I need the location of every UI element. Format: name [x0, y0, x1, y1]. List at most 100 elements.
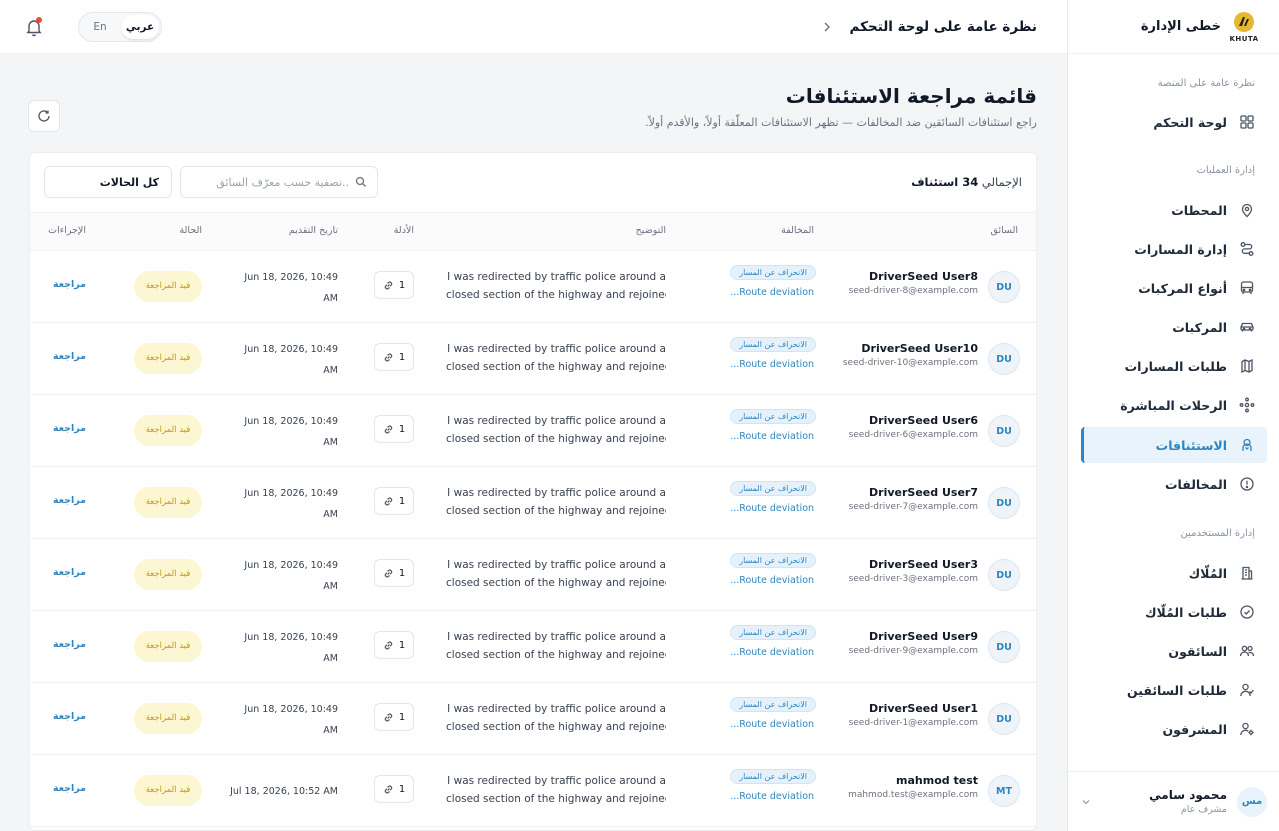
- driver-name: DriverSeed User7: [869, 486, 978, 499]
- appeals-icon: [1242, 438, 1252, 451]
- review-link[interactable]: مراجعة: [53, 639, 86, 650]
- sidebar-item-routes[interactable]: إدارة المسارات: [1081, 231, 1267, 267]
- description-line: I was redirected by traffic police aroun…: [447, 703, 666, 715]
- date-line: Jun 18, 2026, 10:49: [244, 272, 338, 283]
- khuta-logo-icon: [1234, 11, 1254, 32]
- sidebar-item-route-requests[interactable]: طلبات المسارات: [1081, 348, 1267, 384]
- evidence-button[interactable]: 1: [374, 703, 414, 731]
- check-circle-icon: [1240, 605, 1254, 619]
- evidence-count: 1: [398, 279, 406, 291]
- map-request-icon: [1241, 358, 1253, 374]
- violation-badge: الانحراف عن المسار: [730, 625, 816, 640]
- evidence-button[interactable]: 1: [374, 415, 414, 443]
- brand[interactable]: KHUTA خطى الإدارة: [1068, 0, 1279, 54]
- table-row: DU DriverSeed User10 seed-driver-10@exam…: [30, 323, 1036, 395]
- violation-badge: الانحراف عن المسار: [730, 553, 816, 568]
- driver-email: seed-driver-10@example.com: [842, 358, 978, 368]
- description-cell: I was redirected by traffic police aroun…: [446, 772, 666, 808]
- sidebar-item-drivers[interactable]: السائقون: [1081, 633, 1267, 669]
- lang-option-english[interactable]: En: [81, 15, 119, 39]
- link-icon: [384, 353, 393, 361]
- violation-link[interactable]: ...Route deviation: [730, 503, 814, 514]
- status-badge: قيد المراجعة: [134, 703, 202, 734]
- status-filter-select[interactable]: كل الحالات: [44, 166, 172, 198]
- review-link[interactable]: مراجعة: [53, 783, 86, 794]
- chevron-down-icon: [1082, 799, 1090, 804]
- evidence-count: 1: [398, 783, 406, 795]
- link-icon: [384, 281, 393, 289]
- lang-option-arabic[interactable]: عربي: [121, 15, 159, 39]
- sidebar-item-owner-requests[interactable]: طلبات المُلّاك: [1081, 594, 1267, 630]
- sidebar-item-live-trips[interactable]: الرحلات المباشرة: [1081, 387, 1267, 423]
- review-link[interactable]: مراجعة: [53, 711, 86, 722]
- submitted-date: Jun 18, 2026, 10:49 AM: [228, 483, 338, 525]
- violation-cell: الانحراف عن المسار ...Route deviation: [730, 625, 816, 658]
- sidebar-item-stations[interactable]: المحطات: [1081, 192, 1267, 228]
- date-line: Jun 18, 2026, 10:49: [244, 416, 338, 427]
- sidebar-item-vehicle-types[interactable]: أنواع المركبات: [1081, 270, 1267, 306]
- car-icon: [1240, 322, 1254, 332]
- evidence-count: 1: [398, 351, 406, 363]
- sidebar-item-owners[interactable]: المُلّاك: [1081, 555, 1267, 591]
- section-label-operations: إدارة العمليات: [1196, 165, 1255, 176]
- violation-cell: الانحراف عن المسار ...Route deviation: [730, 265, 816, 298]
- review-link[interactable]: مراجعة: [53, 423, 86, 434]
- driver-name: DriverSeed User10: [861, 342, 978, 355]
- evidence-button[interactable]: 1: [374, 487, 414, 515]
- violation-link[interactable]: ...Route deviation: [730, 359, 814, 370]
- sidebar-item-supervisors[interactable]: المشرفون: [1081, 711, 1267, 747]
- description-line: closed section of the highway and rejoin…: [446, 289, 666, 301]
- sidebar-item-driver-requests[interactable]: طلبات السائقين: [1081, 672, 1267, 708]
- driver-id-filter-input[interactable]: [191, 175, 349, 189]
- sidebar-item-label: المركبات: [1172, 319, 1227, 335]
- map-pin-icon: [1241, 203, 1253, 218]
- submitted-date: Jul 18, 2026, 10:52 AM: [228, 781, 338, 802]
- building-icon: [1241, 566, 1253, 580]
- page-title: قائمة مراجعة الاستئنافات: [785, 84, 1037, 108]
- review-link[interactable]: مراجعة: [53, 495, 86, 506]
- avatar: DU: [988, 631, 1020, 663]
- driver-email: seed-driver-3@example.com: [848, 574, 978, 584]
- description-line: I was redirected by traffic police aroun…: [447, 775, 666, 787]
- review-link[interactable]: مراجعة: [53, 279, 86, 290]
- language-toggle[interactable]: عربي En: [78, 12, 162, 42]
- violation-link[interactable]: ...Route deviation: [730, 575, 814, 586]
- col-evidence: الأدلة: [393, 225, 414, 236]
- review-link[interactable]: مراجعة: [53, 351, 86, 362]
- chevron-left-icon[interactable]: [820, 20, 834, 34]
- sidebar-item-label: لوحة التحكم: [1153, 114, 1227, 130]
- violation-link[interactable]: ...Route deviation: [730, 791, 814, 802]
- violation-badge: الانحراف عن المسار: [730, 409, 816, 424]
- review-link[interactable]: مراجعة: [53, 567, 86, 578]
- driver-filter[interactable]: [180, 166, 378, 198]
- driver-email: seed-driver-9@example.com: [848, 646, 978, 656]
- user-menu[interactable]: مس محمود سامي مشرف عام: [1068, 771, 1279, 831]
- evidence-button[interactable]: 1: [374, 271, 414, 299]
- sidebar-item-label: طلبات المُلّاك: [1145, 604, 1227, 620]
- link-icon: [384, 785, 393, 793]
- sidebar-item-dashboard[interactable]: لوحة التحكم: [1081, 104, 1267, 140]
- notifications-button[interactable]: [24, 17, 44, 37]
- sidebar-item-label: السائقون: [1168, 643, 1227, 659]
- violation-link[interactable]: ...Route deviation: [730, 647, 814, 658]
- violation-link[interactable]: ...Route deviation: [730, 431, 814, 442]
- evidence-button[interactable]: 1: [374, 559, 414, 587]
- submitted-date: Jun 18, 2026, 10:49 AM: [228, 699, 338, 741]
- table-row: DU DriverSeed User9 seed-driver-9@exampl…: [30, 611, 1036, 683]
- evidence-button[interactable]: 1: [374, 343, 414, 371]
- table-row: DU DriverSeed User3 seed-driver-3@exampl…: [30, 539, 1036, 611]
- link-icon: [384, 641, 393, 649]
- driver-cell: mahmod test mahmod.test@example.com: [848, 774, 978, 800]
- time-line: AM: [323, 725, 338, 736]
- sidebar-item-vehicles[interactable]: المركبات: [1081, 309, 1267, 345]
- evidence-button[interactable]: 1: [374, 631, 414, 659]
- live-trips-icon: [1239, 397, 1255, 413]
- violation-link[interactable]: ...Route deviation: [730, 287, 814, 298]
- table-row: MT mahmod test mahmod.test@example.com ا…: [30, 755, 1036, 827]
- violation-link[interactable]: ...Route deviation: [730, 719, 814, 730]
- refresh-button[interactable]: [28, 100, 60, 132]
- evidence-button[interactable]: 1: [374, 775, 414, 803]
- violation-badge: الانحراف عن المسار: [730, 769, 816, 784]
- sidebar-item-appeals[interactable]: الاستئنافات: [1081, 427, 1267, 463]
- sidebar-item-violations[interactable]: المخالفات: [1081, 466, 1267, 502]
